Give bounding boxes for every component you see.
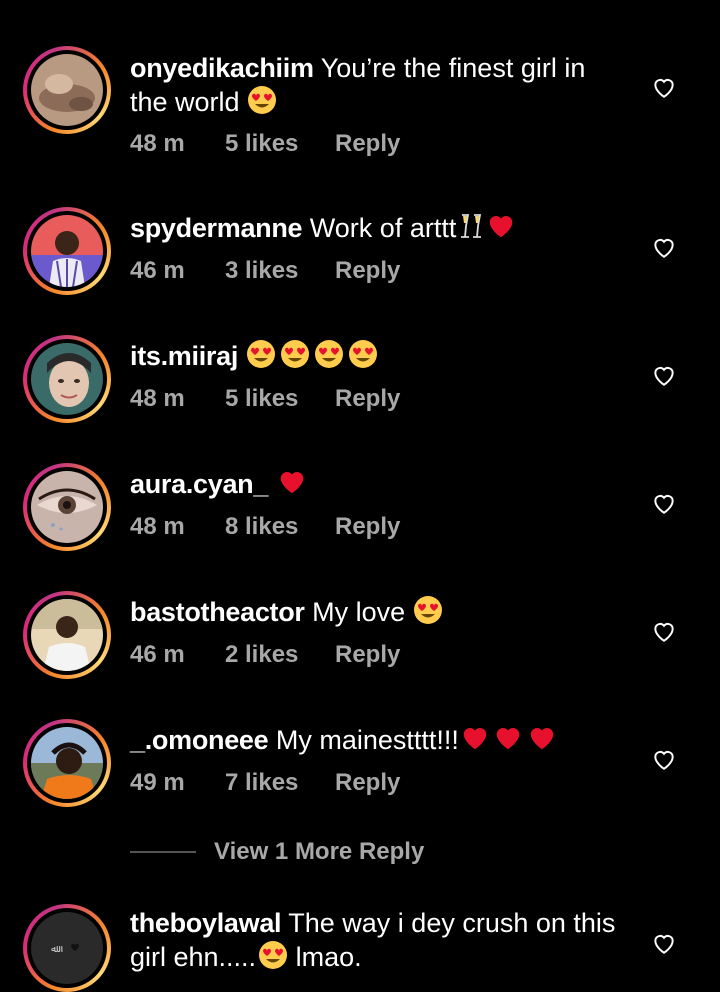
comment-body: My love: [312, 597, 406, 627]
heart-eyes-emoji-icon: [276, 339, 310, 377]
comment-time: 46 m: [130, 641, 185, 668]
reply-button[interactable]: Reply: [335, 385, 400, 413]
red-heart-emoji-icon: [276, 467, 308, 505]
heart-eyes-emoji-icon: [413, 595, 443, 633]
like-heart-icon[interactable]: [651, 74, 677, 100]
avatar[interactable]: [23, 46, 111, 134]
comment-meta: 48 m 5 likes Reply: [130, 130, 400, 158]
avatar[interactable]: [23, 591, 111, 679]
heart-eyes-emoji-icon: [256, 940, 288, 978]
comment-text: bastotheactor My love: [130, 595, 630, 633]
red-heart-emoji-icon: [459, 723, 491, 761]
comment-body-suffix: lmao.: [295, 942, 362, 972]
comment-text: aura.cyan_: [130, 467, 630, 505]
comment-time: 48 m: [130, 130, 185, 157]
comment-text: spydermanne Work of arttt: [130, 211, 630, 249]
comment-text: _.omoneee My mainestttt!!!: [130, 723, 630, 761]
comment-likes[interactable]: 5 likes: [225, 130, 335, 158]
reply-button[interactable]: Reply: [335, 769, 400, 797]
avatar[interactable]: [23, 335, 111, 423]
avatar[interactable]: ﷲ: [23, 904, 111, 992]
comment-body: My mainestttt!!!: [275, 725, 459, 755]
comment-username[interactable]: aura.cyan_: [130, 469, 268, 499]
comment-username[interactable]: its.miiraj: [130, 341, 238, 371]
comment-username[interactable]: spydermanne: [130, 213, 303, 243]
comment-meta: 46 m 2 likes Reply: [130, 641, 400, 669]
comment-likes[interactable]: 7 likes: [225, 769, 335, 797]
comment-meta: 48 m 5 likes Reply: [130, 385, 400, 413]
heart-eyes-emoji-icon: [344, 339, 378, 377]
reply-button[interactable]: Reply: [335, 513, 400, 541]
comment-likes[interactable]: 8 likes: [225, 513, 335, 541]
avatar[interactable]: [23, 463, 111, 551]
comment-time: 48 m: [130, 385, 185, 412]
comment-time: 46 m: [130, 257, 185, 284]
like-heart-icon[interactable]: [651, 362, 677, 388]
comment-meta: 46 m 3 likes Reply: [130, 257, 400, 285]
heart-eyes-emoji-icon: [247, 85, 277, 123]
reply-button[interactable]: Reply: [335, 130, 400, 158]
comment-meta: 49 m 7 likes Reply: [130, 769, 400, 797]
avatar[interactable]: [23, 207, 111, 295]
comment-time: 49 m: [130, 769, 185, 796]
comment-username[interactable]: onyedikachiim: [130, 53, 314, 83]
red-heart-emoji-icon: [486, 211, 516, 249]
red-heart-emoji-icon: [525, 723, 559, 761]
comment-body: Work of arttt: [309, 213, 457, 243]
reply-button[interactable]: Reply: [335, 257, 400, 285]
comment-meta: 48 m 8 likes Reply: [130, 513, 400, 541]
divider-line: [130, 851, 196, 853]
comment-username[interactable]: bastotheactor: [130, 597, 305, 627]
like-heart-icon[interactable]: [651, 234, 677, 260]
avatar[interactable]: [23, 719, 111, 807]
like-heart-icon[interactable]: [651, 746, 677, 772]
view-more-label[interactable]: View 1 More Reply: [214, 838, 424, 866]
comment-username[interactable]: theboylawal: [130, 908, 282, 938]
heart-eyes-emoji-icon: [310, 339, 344, 377]
like-heart-icon[interactable]: [651, 490, 677, 516]
comment-time: 48 m: [130, 513, 185, 540]
comment-likes[interactable]: 2 likes: [225, 641, 335, 669]
comment-username[interactable]: _.omoneee: [130, 725, 269, 755]
champagne-glasses-emoji-icon: [456, 211, 486, 249]
red-heart-emoji-icon: [491, 723, 525, 761]
comment-likes[interactable]: 5 likes: [225, 385, 335, 413]
like-heart-icon[interactable]: [651, 618, 677, 644]
comment-text: its.miiraj: [130, 339, 630, 377]
comment-text: onyedikachiim You’re the finest girl in …: [130, 52, 630, 123]
comment-text: theboylawal The way i dey crush on this …: [130, 907, 630, 978]
heart-eyes-emoji-icon: [246, 339, 276, 377]
reply-button[interactable]: Reply: [335, 641, 400, 669]
like-heart-icon[interactable]: [651, 930, 677, 956]
comment-likes[interactable]: 3 likes: [225, 257, 335, 285]
